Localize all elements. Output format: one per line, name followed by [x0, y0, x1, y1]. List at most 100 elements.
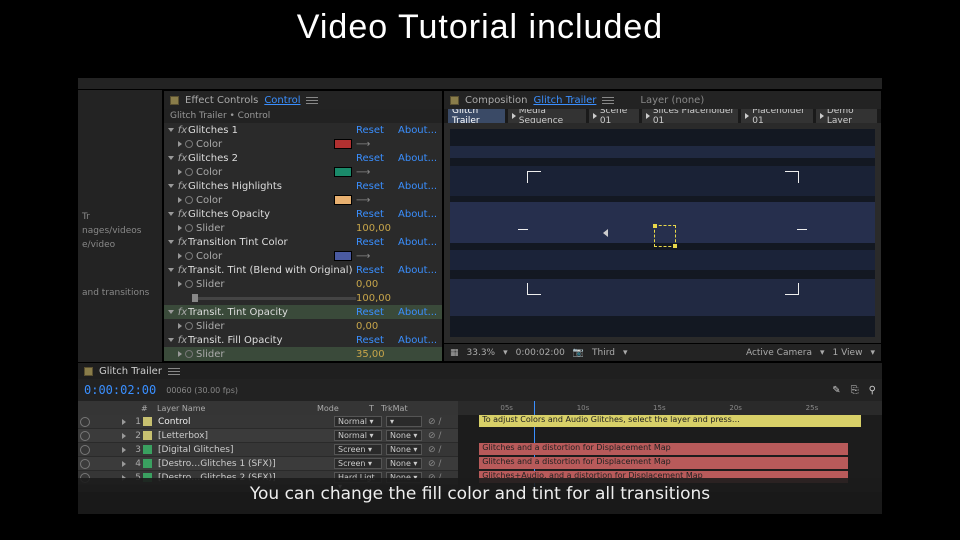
stopwatch-icon[interactable] — [185, 140, 193, 148]
twirl-icon[interactable] — [178, 225, 182, 231]
effect-row[interactable]: fxGlitches 2ResetAbout... — [164, 151, 442, 165]
about-link[interactable]: About... — [398, 265, 438, 276]
twirl-icon[interactable] — [168, 310, 174, 314]
tl-tool-icon[interactable]: ⎘ — [851, 385, 859, 396]
effect-row[interactable]: fxTransit. Tint (Blend with Original)Res… — [164, 263, 442, 277]
layer-row[interactable]: 2[Letterbox]Normal ▾None ▾⊘ / — [78, 429, 458, 443]
timecode-label[interactable]: 0:00:02:00 — [516, 348, 565, 358]
twirl-icon[interactable] — [122, 447, 126, 453]
layer-bar[interactable]: Glitches and a distortion for Displaceme… — [479, 457, 848, 469]
reset-link[interactable]: Reset — [356, 125, 398, 136]
reset-link[interactable]: Reset — [356, 237, 398, 248]
about-link[interactable]: About... — [398, 335, 438, 346]
about-link[interactable]: About... — [398, 237, 438, 248]
stopwatch-icon[interactable] — [185, 322, 193, 330]
chevron-down-icon[interactable]: ▾ — [820, 348, 825, 358]
visibility-toggle[interactable] — [80, 459, 90, 469]
stopwatch-icon[interactable] — [185, 280, 193, 288]
layer-bar[interactable]: Glitches and a distortion for Displaceme… — [479, 443, 848, 455]
camera-dropdown[interactable]: Active Camera — [746, 348, 812, 358]
eyedropper-icon[interactable]: ⟶ — [356, 139, 398, 150]
eyedropper-icon[interactable]: ⟶ — [356, 167, 398, 178]
effect-prop-row[interactable]: Slider0,00 — [164, 319, 442, 333]
eyedropper-icon[interactable]: ⟶ — [356, 195, 398, 206]
color-swatch[interactable] — [334, 251, 352, 261]
layer-color-icon[interactable] — [143, 431, 152, 440]
layer-row[interactable]: 1ControlNormal ▾ ▾⊘ / — [78, 415, 458, 429]
blend-mode-dropdown[interactable]: Screen ▾ — [334, 458, 382, 469]
tl-tool-icon[interactable]: ✎ — [832, 385, 840, 396]
twirl-icon[interactable] — [168, 184, 174, 188]
layer-name[interactable]: [Destro…Glitches 1 (SFX)] — [154, 459, 334, 469]
comp-name-link[interactable]: Glitch Trailer — [533, 95, 596, 106]
chevron-down-icon[interactable]: ▾ — [623, 348, 628, 358]
effect-row[interactable]: fxGlitches 1ResetAbout... — [164, 123, 442, 137]
twirl-icon[interactable] — [122, 419, 126, 425]
about-link[interactable]: About... — [398, 125, 438, 136]
selection-box[interactable] — [654, 225, 676, 247]
panel-menu-icon[interactable] — [306, 97, 318, 104]
view-dropdown[interactable]: 1 View — [833, 348, 863, 358]
chevron-down-icon[interactable]: ▾ — [870, 348, 875, 358]
layer-color-icon[interactable] — [143, 445, 152, 454]
visibility-toggle[interactable] — [80, 417, 90, 427]
effect-prop-row[interactable]: Color⟶ — [164, 165, 442, 179]
effect-prop-row[interactable]: Color⟶ — [164, 137, 442, 151]
effect-prop-row[interactable]: Slider100,00 — [164, 221, 442, 235]
color-swatch[interactable] — [334, 139, 352, 149]
layer-name[interactable]: [Letterbox] — [154, 431, 334, 441]
visibility-toggle[interactable] — [80, 445, 90, 455]
layer-bar[interactable]: To adjust Colors and Audio Glitches, sel… — [479, 415, 861, 427]
quality-dropdown[interactable]: Third — [592, 348, 615, 358]
selected-layer-link[interactable]: Control — [264, 95, 300, 106]
panel-menu-icon[interactable] — [602, 97, 614, 104]
layer-row[interactable]: 4[Destro…Glitches 1 (SFX)]Screen ▾None ▾… — [78, 457, 458, 471]
about-link[interactable]: About... — [398, 181, 438, 192]
trkmat-dropdown[interactable]: None ▾ — [386, 430, 422, 441]
comp-preview[interactable] — [450, 129, 875, 337]
panel-menu-icon[interactable] — [168, 368, 180, 375]
stopwatch-icon[interactable] — [185, 196, 193, 204]
twirl-icon[interactable] — [168, 240, 174, 244]
stopwatch-icon[interactable] — [185, 168, 193, 176]
prop-value[interactable]: 35,00 — [356, 349, 398, 360]
twirl-icon[interactable] — [168, 338, 174, 342]
effect-row[interactable]: fxTransit. Fill OpacityResetAbout... — [164, 333, 442, 347]
twirl-icon[interactable] — [178, 141, 182, 147]
blend-mode-dropdown[interactable]: Normal ▾ — [334, 430, 382, 441]
effect-row[interactable]: fxGlitches HighlightsResetAbout... — [164, 179, 442, 193]
twirl-icon[interactable] — [168, 128, 174, 132]
stopwatch-icon[interactable] — [185, 350, 193, 358]
twirl-icon[interactable] — [168, 156, 174, 160]
about-link[interactable]: About... — [398, 209, 438, 220]
twirl-icon[interactable] — [178, 281, 182, 287]
reset-link[interactable]: Reset — [356, 307, 398, 318]
camera-icon[interactable]: 📷 — [573, 348, 584, 358]
twirl-icon[interactable] — [122, 461, 126, 467]
comp-tab[interactable]: Media Sequence — [508, 109, 586, 123]
twirl-icon[interactable] — [122, 433, 126, 439]
about-link[interactable]: About... — [398, 307, 438, 318]
twirl-icon[interactable] — [178, 197, 182, 203]
layer-name[interactable]: Control — [154, 417, 334, 427]
trkmat-dropdown[interactable]: None ▾ — [386, 458, 422, 469]
trkmat-dropdown[interactable]: None ▾ — [386, 444, 422, 455]
timeline-tab[interactable]: Glitch Trailer — [99, 366, 162, 377]
color-swatch[interactable] — [334, 195, 352, 205]
reset-link[interactable]: Reset — [356, 335, 398, 346]
twirl-icon[interactable] — [178, 323, 182, 329]
blend-mode-dropdown[interactable]: Normal ▾ — [334, 416, 382, 427]
stopwatch-icon[interactable] — [185, 252, 193, 260]
reset-link[interactable]: Reset — [356, 265, 398, 276]
stopwatch-icon[interactable] — [185, 224, 193, 232]
twirl-icon[interactable] — [178, 351, 182, 357]
twirl-icon[interactable] — [178, 169, 182, 175]
layer-color-icon[interactable] — [143, 417, 152, 426]
twirl-icon[interactable] — [178, 253, 182, 259]
about-link[interactable]: About... — [398, 153, 438, 164]
effect-row[interactable]: fxGlitches OpacityResetAbout... — [164, 207, 442, 221]
layer-row[interactable]: 3[Digital Glitches]Screen ▾None ▾⊘ / — [78, 443, 458, 457]
tl-tool-icon[interactable]: ⚲ — [869, 385, 876, 396]
layer-name[interactable]: [Digital Glitches] — [154, 445, 334, 455]
effect-prop-row[interactable]: Slider35,00 — [164, 347, 442, 361]
